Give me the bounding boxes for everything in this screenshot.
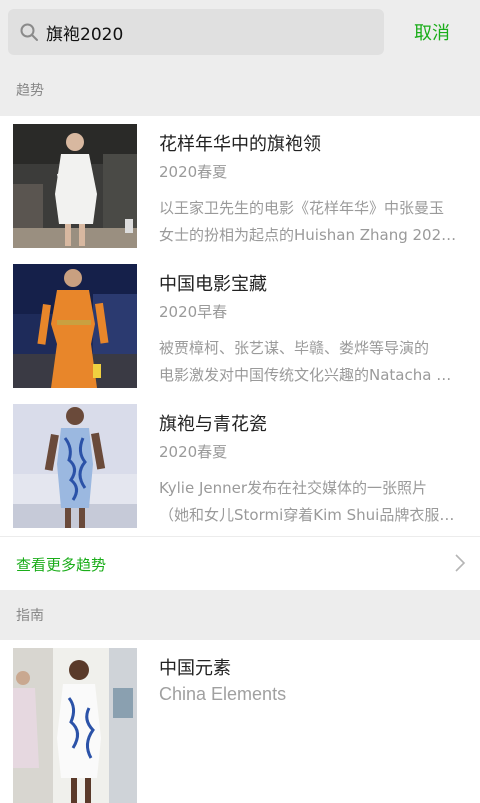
trend-item[interactable]: 中国电影宝藏 2020早春 被贾樟柯、张艺谋、毕赣、娄烨等导演的 电影激发对中国… xyxy=(0,256,480,396)
trend-description: 被贾樟柯、张艺谋、毕赣、娄烨等导演的 电影激发对中国传统文化兴趣的Natacha… xyxy=(159,335,465,389)
trend-thumbnail xyxy=(13,264,137,388)
guide-subtitle: China Elements xyxy=(159,684,287,704)
guide-title: 中国元素 xyxy=(159,658,231,679)
trend-thumbnail xyxy=(13,404,137,528)
trends-list: 花样年华中的旗袍领 2020春夏 以王家卫先生的电影《花样年华》中张曼玉 女士的… xyxy=(0,116,480,536)
more-trends-link[interactable]: 查看更多趋势 xyxy=(0,536,480,590)
trend-title: 旗袍与青花瓷 xyxy=(159,414,267,435)
section-header-guide: 指南 xyxy=(0,590,480,640)
guide-item[interactable]: 中国元素 China Elements xyxy=(0,640,480,803)
trend-title: 中国电影宝藏 xyxy=(159,274,267,295)
search-bar: 取消 xyxy=(0,0,480,64)
guide-thumbnail xyxy=(13,648,137,803)
trend-description: Kylie Jenner发布在社交媒体的一张照片 （她和女儿Stormi穿着Ki… xyxy=(159,475,465,529)
trend-description-line: 女士的扮相为起点的Huishan Zhang 2020… xyxy=(159,226,465,244)
search-icon xyxy=(12,9,46,55)
section-header-trends: 趋势 xyxy=(0,64,480,116)
trend-description: 以王家卫先生的电影《花样年华》中张曼玉 女士的扮相为起点的Huishan Zha… xyxy=(159,195,465,249)
trend-description-line: Kylie Jenner发布在社交媒体的一张照片 xyxy=(159,479,428,497)
trend-item[interactable]: 旗袍与青花瓷 2020春夏 Kylie Jenner发布在社交媒体的一张照片 （… xyxy=(0,396,480,536)
trend-description-line: 电影激发对中国传统文化兴趣的Natacha … xyxy=(159,366,452,384)
search-input[interactable] xyxy=(46,9,366,55)
more-trends-label: 查看更多趋势 xyxy=(16,556,107,574)
cancel-button[interactable]: 取消 xyxy=(398,16,466,48)
trend-season: 2020春夏 xyxy=(159,163,228,181)
trend-description-line: （她和女儿Stormi穿着Kim Shui品牌衣服… xyxy=(159,506,455,524)
search-box[interactable] xyxy=(8,9,384,55)
section-title: 指南 xyxy=(16,608,44,624)
trend-description-line: 被贾樟柯、张艺谋、毕赣、娄烨等导演的 xyxy=(159,339,430,357)
chevron-right-icon xyxy=(454,553,466,577)
trend-description-line: 以王家卫先生的电影《花样年华》中张曼玉 xyxy=(159,199,445,217)
trend-thumbnail xyxy=(13,124,137,248)
section-title: 趋势 xyxy=(16,83,44,99)
trend-title: 花样年华中的旗袍领 xyxy=(159,134,321,155)
trend-item[interactable]: 花样年华中的旗袍领 2020春夏 以王家卫先生的电影《花样年华》中张曼玉 女士的… xyxy=(0,116,480,256)
trend-season: 2020春夏 xyxy=(159,443,228,461)
trend-season: 2020早春 xyxy=(159,303,228,321)
